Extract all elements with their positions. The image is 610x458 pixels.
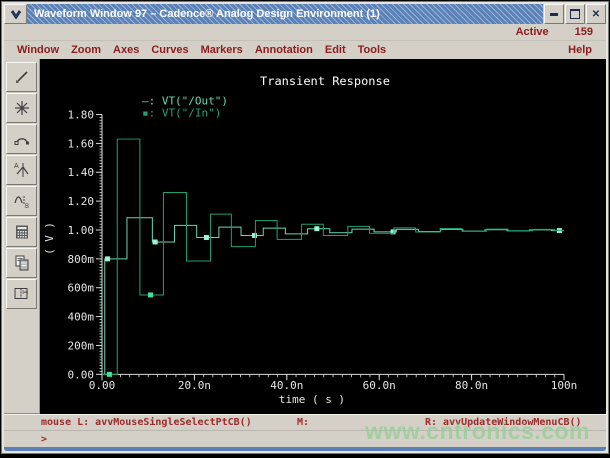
marker-b-icon: B	[13, 192, 31, 210]
y-tick-label: 1.40	[68, 166, 94, 179]
mouse-bindings-bar: mouse L: avvMouseSingleSelectPtCB() M: R…	[4, 414, 606, 430]
svg-text:✂: ✂	[22, 288, 29, 297]
arc-probe-icon	[13, 130, 31, 148]
y-tick-label: 1.00	[68, 224, 94, 237]
prompt-symbol: >	[41, 434, 47, 445]
x-tick-label: 60.0n	[363, 379, 396, 392]
y-tick-label: 1.60	[68, 137, 94, 150]
active-label: Active	[516, 26, 549, 38]
titlebar: Waveform Window 97 – Cadence® Analog Des…	[4, 4, 606, 24]
starburst-icon	[13, 99, 31, 117]
mouse-left-binding: mouse L: avvMouseSingleSelectPtCB()	[41, 417, 297, 428]
series-marker-0[interactable]	[153, 239, 158, 244]
x-tick-label: 20.0n	[178, 379, 211, 392]
menu-help[interactable]: Help	[568, 44, 606, 56]
series-marker-0[interactable]	[204, 235, 209, 240]
copy-pages-icon	[13, 254, 31, 272]
mouse-middle-binding: M:	[297, 417, 425, 428]
close-icon: ✕	[592, 9, 600, 20]
menu-window[interactable]: Window	[17, 44, 59, 56]
waveform-window: Waveform Window 97 – Cadence® Analog Des…	[2, 2, 608, 453]
probe-sweep-tool-button[interactable]	[6, 124, 37, 154]
series-marker-1[interactable]	[148, 292, 153, 297]
menu-zoom[interactable]: Zoom	[71, 44, 101, 56]
calculator-tool-button[interactable]	[6, 217, 37, 247]
pen-icon	[13, 68, 31, 86]
mouse-right-binding: R: avvUpdateWindowMenuCB()	[425, 417, 582, 428]
copy-plot-tool-button[interactable]	[6, 248, 37, 278]
x-axis-label: time ( s )	[279, 393, 345, 406]
close-button[interactable]: ✕	[586, 4, 606, 24]
y-axis-label: ( V )	[43, 222, 56, 255]
menubar: Window Zoom Axes Curves Markers Annotati…	[4, 41, 606, 59]
menu-edit[interactable]: Edit	[325, 44, 346, 56]
minimize-button[interactable]	[544, 4, 564, 24]
window-frame-bottom	[4, 447, 606, 451]
screen: Waveform Window 97 – Cadence® Analog Des…	[0, 0, 610, 458]
zoom-star-tool-button[interactable]	[6, 93, 37, 123]
svg-text:A: A	[14, 163, 19, 170]
x-tick-label: 80.0n	[455, 379, 488, 392]
y-tick-label: 400m	[68, 311, 95, 324]
active-count: 159	[575, 26, 593, 38]
minimize-icon	[550, 13, 558, 16]
svg-text:B: B	[25, 204, 29, 210]
series-marker-0[interactable]	[314, 226, 319, 231]
x-tick-label: 40.0n	[270, 379, 303, 392]
x-tick-label: 0.00	[89, 379, 115, 392]
main-area: A B	[4, 59, 606, 414]
vertical-marker-a-tool-button[interactable]: A	[6, 155, 37, 185]
plot-title: Transient Response	[260, 74, 390, 88]
legend-entry-1[interactable]: ▪: VT("/In")	[142, 107, 221, 120]
menu-markers[interactable]: Markers	[201, 44, 243, 56]
maximize-button[interactable]	[565, 4, 585, 24]
series-trace-0[interactable]	[102, 218, 564, 375]
transient-response-plot: Transient Response 0.00 200m 400m 600m 800m 1.…	[40, 59, 606, 414]
menu-annotation[interactable]: Annotation	[255, 44, 313, 56]
window-title: Waveform Window 97 – Cadence® Analog Des…	[27, 4, 543, 24]
left-toolbar: A B	[4, 59, 40, 414]
y-tick-label: 600m	[68, 282, 95, 295]
subwindow-cut-tool-button[interactable]: ✂	[6, 279, 37, 309]
y-tick-label: 800m	[68, 253, 95, 266]
maximize-icon	[570, 9, 580, 19]
series-trace-1[interactable]	[102, 139, 564, 374]
y-tick-label: 200m	[68, 339, 95, 352]
command-prompt-line[interactable]: >	[4, 430, 606, 447]
x-tick-label: 100n	[551, 379, 577, 392]
series-marker-0[interactable]	[105, 256, 110, 261]
waveform-plot-canvas[interactable]: Transient Response 0.00 200m 400m 600m 800m 1.…	[40, 59, 606, 414]
calculator-icon	[13, 223, 31, 241]
menu-tools[interactable]: Tools	[358, 44, 387, 56]
y-tick-label: 1.20	[68, 195, 94, 208]
marker-a-icon: A	[13, 161, 31, 179]
window-menu-button[interactable]	[4, 4, 27, 24]
horizontal-marker-b-tool-button[interactable]: B	[6, 186, 37, 216]
menu-axes[interactable]: Axes	[113, 44, 139, 56]
chevron-down-icon	[10, 9, 22, 19]
window-scissors-icon: ✂	[13, 285, 31, 303]
series-marker-0[interactable]	[252, 233, 257, 238]
active-status-row: Active 159	[4, 24, 606, 41]
pen-tool-button[interactable]	[6, 62, 37, 92]
y-tick-label: 1.80	[68, 109, 94, 122]
menu-curves[interactable]: Curves	[151, 44, 188, 56]
series-marker-1[interactable]	[107, 372, 112, 377]
